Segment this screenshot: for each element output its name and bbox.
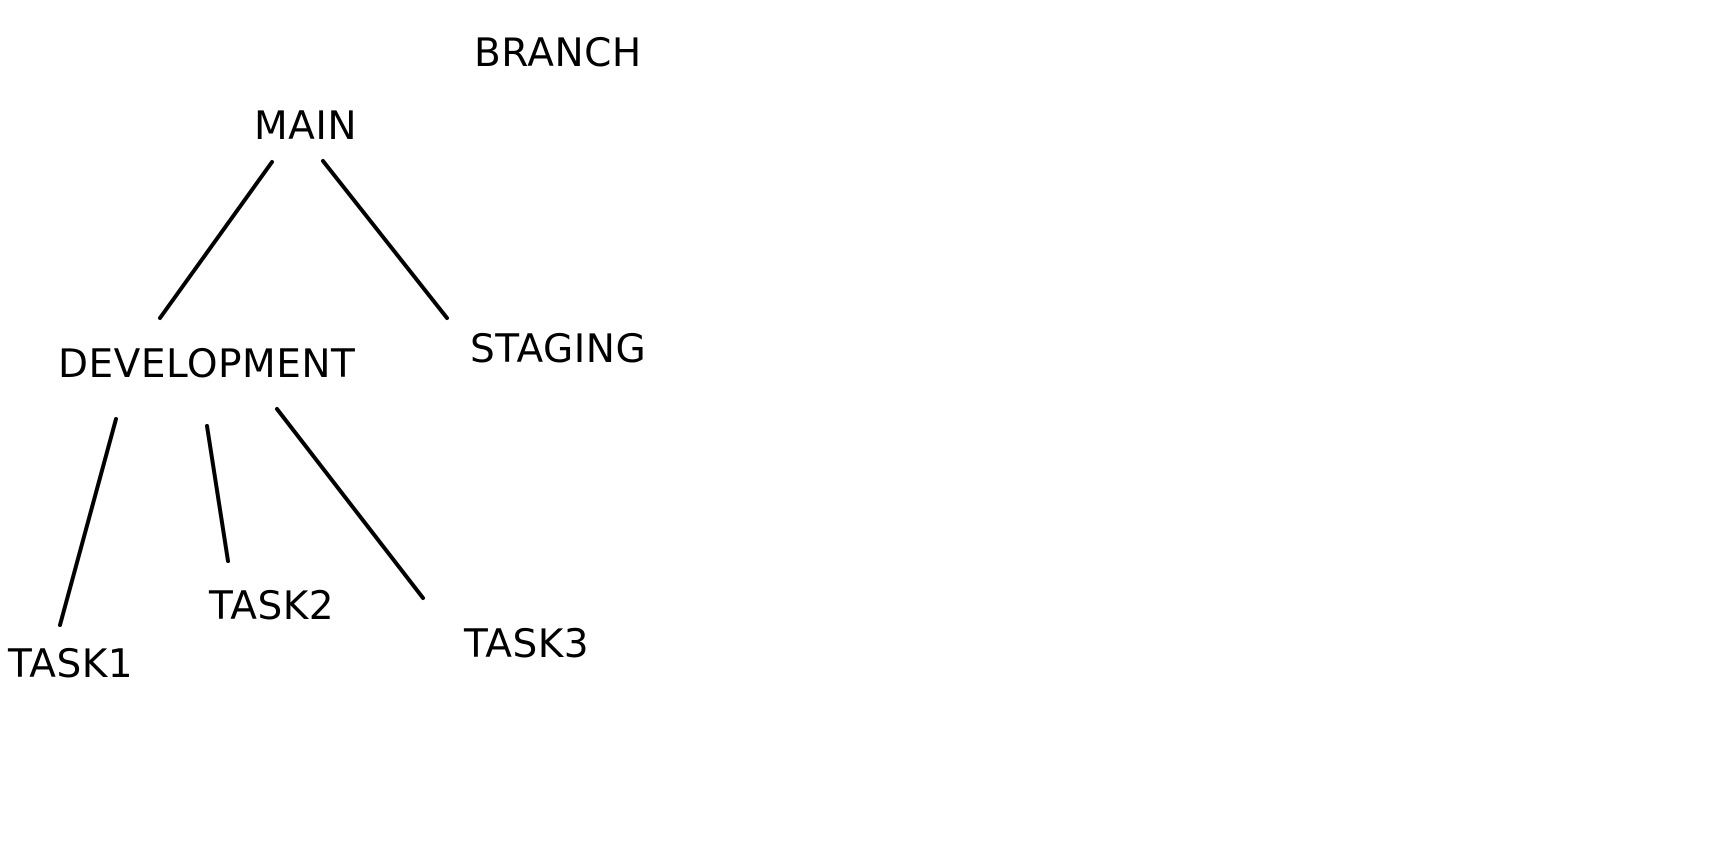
node-main: MAIN bbox=[254, 104, 358, 149]
node-staging: STAGING bbox=[470, 327, 647, 372]
node-task2: TASK2 bbox=[209, 584, 335, 629]
edge-main-development bbox=[158, 160, 274, 320]
node-development: DEVELOPMENT bbox=[58, 342, 356, 387]
diagram-title: BRANCH bbox=[474, 31, 642, 76]
diagram-canvas: BRANCH MAIN DEVELOPMENT STAGING TASK1 TA… bbox=[0, 0, 1727, 845]
edge-main-staging bbox=[321, 159, 449, 320]
node-task3: TASK3 bbox=[464, 622, 590, 667]
node-task1: TASK1 bbox=[8, 642, 134, 687]
edge-development-task1 bbox=[58, 417, 118, 627]
edge-development-task3 bbox=[275, 407, 425, 600]
edge-development-task2 bbox=[205, 424, 230, 563]
